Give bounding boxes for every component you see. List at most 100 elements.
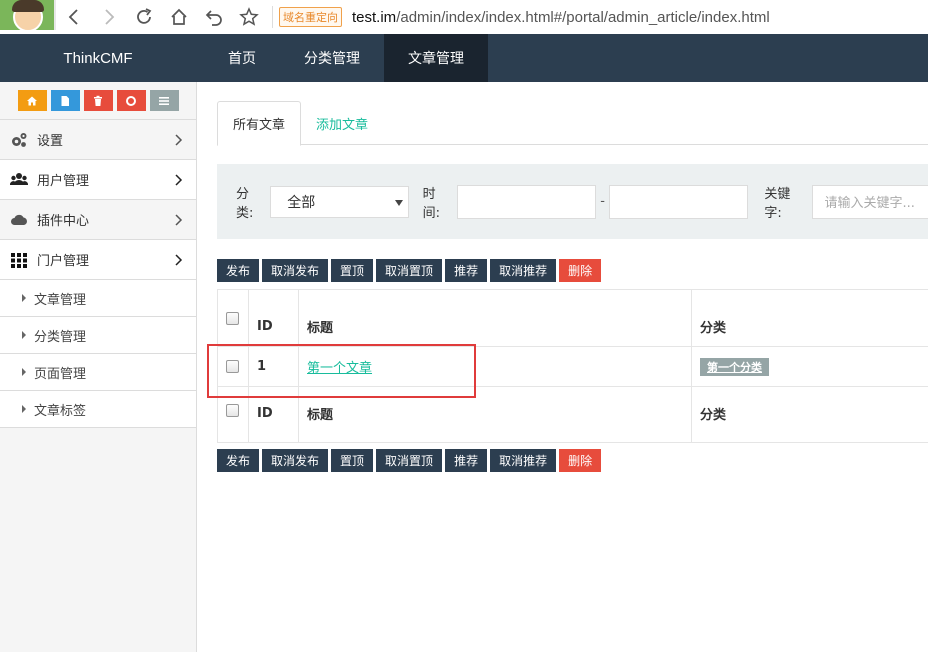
tab-add-article[interactable]: 添加文章 bbox=[301, 101, 383, 145]
highlight-annotation-box bbox=[207, 344, 476, 398]
caret-right-icon bbox=[22, 368, 26, 376]
forward-icon[interactable] bbox=[91, 0, 126, 34]
users-icon bbox=[9, 171, 29, 189]
sidebar-item-portal[interactable]: 门户管理 bbox=[0, 240, 196, 280]
sidebar-subitem-label: 分类管理 bbox=[34, 329, 87, 345]
tab-all-articles[interactable]: 所有文章 bbox=[217, 101, 302, 146]
unpin-button[interactable]: 取消置顶 bbox=[376, 259, 443, 282]
undo-icon[interactable] bbox=[196, 0, 231, 34]
reload-icon[interactable] bbox=[126, 0, 161, 34]
back-icon[interactable] bbox=[56, 0, 91, 34]
keyword-placeholder: 请输入关键字... bbox=[824, 196, 915, 211]
delete-button[interactable]: 删除 bbox=[559, 449, 602, 472]
star-icon[interactable] bbox=[231, 0, 266, 34]
sidebar-item-settings[interactable]: 设置 bbox=[0, 120, 196, 160]
sidebar: 设置 用户管理 插件中心 门户管理 文章管理 分类管理 页面管理 文章标签 bbox=[0, 82, 197, 652]
sidebar-item-plugins[interactable]: 插件中心 bbox=[0, 200, 196, 240]
category-select-value: 全部 bbox=[287, 194, 316, 211]
address-bar[interactable]: test.im/admin/index/index.html#/portal/a… bbox=[352, 9, 770, 26]
article-tabs: 所有文章 添加文章 bbox=[217, 101, 928, 146]
profile-avatar[interactable] bbox=[0, 0, 56, 30]
url-path: /admin/index/index.html#/portal/admin_ar… bbox=[396, 8, 770, 26]
brand-logo[interactable]: ThinkCMF bbox=[0, 34, 196, 82]
topnav-item-category[interactable]: 分类管理 bbox=[280, 34, 384, 82]
header-checkbox-cell bbox=[217, 290, 248, 346]
caret-right-icon bbox=[22, 405, 26, 413]
column-header-category: 分类 bbox=[691, 290, 928, 346]
home-icon bbox=[27, 96, 37, 105]
quick-recycle-button[interactable] bbox=[116, 90, 146, 111]
topnav-item-article[interactable]: 文章管理 bbox=[384, 34, 488, 82]
keyword-input[interactable]: 请输入关键字... bbox=[811, 184, 928, 219]
grid-icon bbox=[9, 251, 29, 269]
column-header-id: ID bbox=[248, 290, 298, 346]
category-filter-label: 分类: bbox=[236, 186, 254, 221]
top-nav-menu: 首页 分类管理 文章管理 bbox=[204, 34, 488, 82]
time-filter-label: 时间: bbox=[422, 186, 441, 221]
file-icon bbox=[61, 95, 69, 106]
quick-list-button[interactable] bbox=[149, 90, 179, 111]
quick-home-button[interactable] bbox=[17, 90, 47, 111]
unpublish-button[interactable]: 取消发布 bbox=[262, 449, 329, 472]
sidebar-item-users[interactable]: 用户管理 bbox=[0, 160, 196, 200]
top-navbar: ThinkCMF 首页 分类管理 文章管理 bbox=[0, 34, 928, 82]
unrecommend-button[interactable]: 取消推荐 bbox=[490, 449, 557, 472]
select-all-checkbox-bottom[interactable] bbox=[226, 404, 239, 417]
table-header-row: ID 标题 分类 bbox=[217, 290, 928, 347]
quick-action-bar bbox=[0, 82, 196, 120]
category-badge[interactable]: 第一个分类 bbox=[700, 357, 769, 376]
sidebar-item-label: 设置 bbox=[37, 134, 64, 149]
sidebar-subitem-categories[interactable]: 分类管理 bbox=[0, 317, 196, 354]
delete-button[interactable]: 删除 bbox=[559, 259, 602, 282]
sidebar-subitem-label: 文章管理 bbox=[34, 292, 87, 308]
chevron-right-icon bbox=[175, 213, 183, 226]
batch-action-bar-bottom: 发布 取消发布 置顶 取消置顶 推荐 取消推荐 删除 bbox=[217, 449, 602, 472]
publish-button[interactable]: 发布 bbox=[217, 449, 260, 472]
recommend-button[interactable]: 推荐 bbox=[445, 259, 488, 282]
select-all-checkbox[interactable] bbox=[226, 311, 239, 325]
cloud-icon bbox=[9, 211, 29, 229]
browser-toolbar: 域名重定向 test.im/admin/index/index.html#/po… bbox=[0, 0, 928, 34]
publish-button[interactable]: 发布 bbox=[217, 259, 260, 282]
quick-file-button[interactable] bbox=[50, 90, 80, 111]
avatar-hair bbox=[12, 0, 44, 12]
sidebar-subitem-label: 文章标签 bbox=[34, 403, 87, 419]
sidebar-subitem-tags[interactable]: 文章标签 bbox=[0, 391, 196, 428]
sidebar-subitem-articles[interactable]: 文章管理 bbox=[0, 280, 196, 317]
sidebar-item-label: 门户管理 bbox=[37, 254, 90, 269]
sidebar-subitem-pages[interactable]: 页面管理 bbox=[0, 354, 196, 391]
redirect-badge: 域名重定向 bbox=[279, 7, 342, 27]
sidebar-item-label: 插件中心 bbox=[37, 214, 90, 229]
dropdown-arrow-icon bbox=[394, 199, 403, 206]
time-range-separator: - bbox=[600, 194, 605, 209]
sidebar-item-label: 用户管理 bbox=[37, 174, 90, 189]
sidebar-subitem-label: 页面管理 bbox=[34, 366, 87, 382]
row-category-cell: 第一个分类 bbox=[691, 347, 928, 386]
category-select[interactable]: 全部 bbox=[270, 185, 409, 218]
chevron-right-icon bbox=[175, 133, 183, 146]
list-icon bbox=[159, 96, 169, 105]
column-header-title: 标题 bbox=[298, 290, 691, 346]
end-time-input[interactable] bbox=[608, 184, 749, 219]
unpublish-button[interactable]: 取消发布 bbox=[262, 259, 329, 282]
footer-header-category: 分类 bbox=[691, 387, 928, 442]
caret-right-icon bbox=[22, 331, 26, 339]
recommend-button[interactable]: 推荐 bbox=[445, 449, 488, 472]
trash-icon bbox=[94, 95, 102, 106]
gears-icon bbox=[9, 131, 29, 149]
home-nav-icon[interactable] bbox=[161, 0, 196, 34]
topnav-item-home[interactable]: 首页 bbox=[204, 34, 280, 82]
chevron-right-icon bbox=[175, 173, 183, 186]
filter-panel: 分类: 全部 时间: - 关键字: 请输入关键字... bbox=[217, 164, 928, 239]
url-host: test.im bbox=[352, 8, 397, 26]
start-time-input[interactable] bbox=[456, 184, 597, 219]
quick-trash-button[interactable] bbox=[83, 90, 113, 111]
pin-button[interactable]: 置顶 bbox=[331, 259, 374, 282]
pin-button[interactable]: 置顶 bbox=[331, 449, 374, 472]
caret-right-icon bbox=[22, 294, 26, 302]
keyword-filter-label: 关键字: bbox=[764, 186, 791, 221]
unrecommend-button[interactable]: 取消推荐 bbox=[490, 259, 557, 282]
recycle-icon bbox=[126, 95, 136, 106]
chevron-right-icon bbox=[175, 253, 183, 266]
unpin-button[interactable]: 取消置顶 bbox=[376, 449, 443, 472]
